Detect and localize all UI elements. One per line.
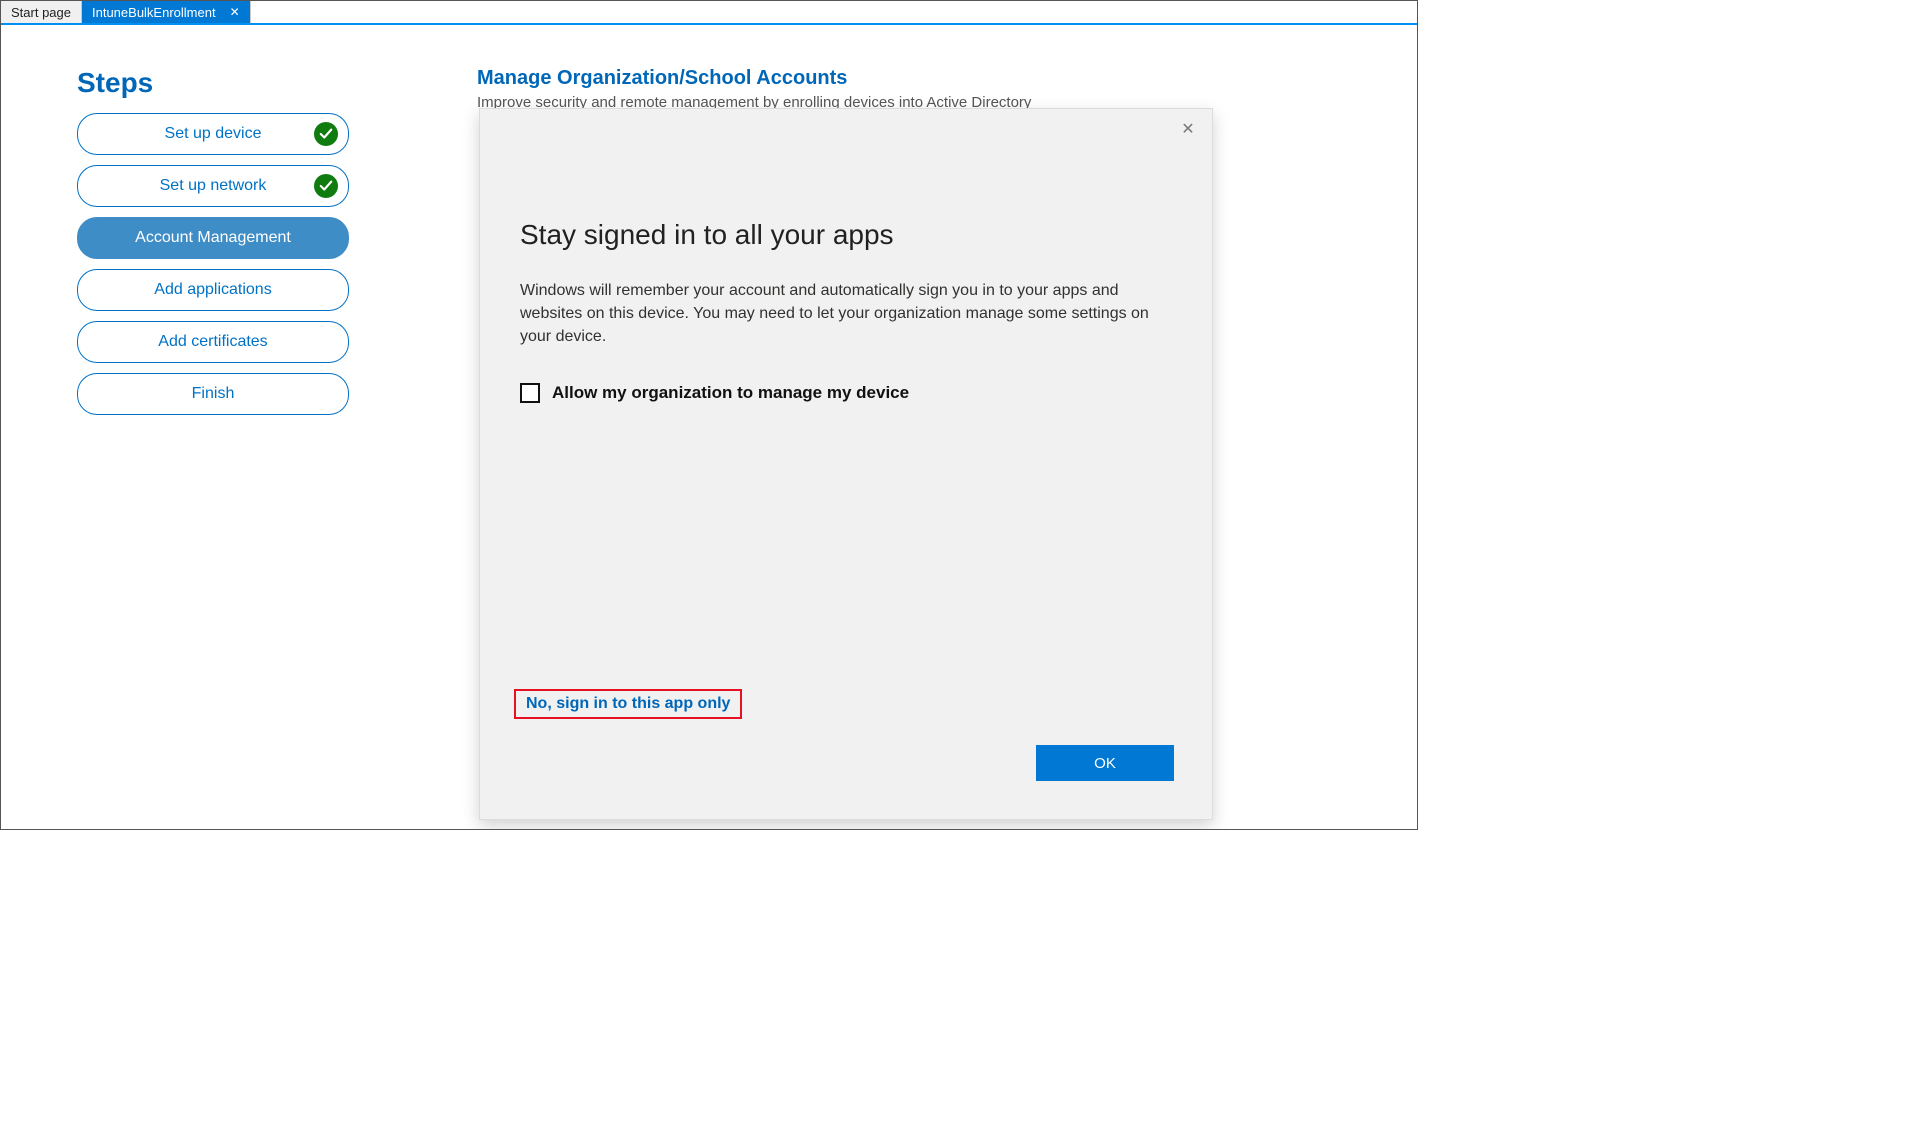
dialog-body: Stay signed in to all your apps Windows …: [480, 109, 1212, 403]
step-label: Finish: [192, 385, 235, 403]
tab-label: Start page: [11, 5, 71, 20]
dialog-title: Stay signed in to all your apps: [520, 219, 1172, 251]
step-label: Account Management: [135, 229, 291, 247]
tab-start-page[interactable]: Start page: [1, 1, 82, 23]
close-icon[interactable]: ✕: [1178, 119, 1198, 139]
step-finish[interactable]: Finish: [77, 373, 349, 415]
tab-project[interactable]: IntuneBulkEnrollment ✕: [82, 1, 251, 23]
app-window: Start page IntuneBulkEnrollment ✕ Steps …: [0, 0, 1418, 830]
steps-sidebar: Steps Set up device Set up network Accou…: [1, 67, 401, 425]
sign-in-this-app-only-link[interactable]: No, sign in to this app only: [526, 695, 730, 712]
allow-manage-label: Allow my organization to manage my devic…: [552, 383, 909, 403]
sidebar-title: Steps: [77, 67, 401, 99]
step-label: Set up network: [160, 177, 267, 195]
step-label: Add applications: [154, 281, 271, 299]
close-icon[interactable]: ✕: [230, 5, 240, 19]
dialog-description: Windows will remember your account and a…: [520, 279, 1160, 349]
signin-dialog: ✕ Stay signed in to all your apps Window…: [479, 108, 1213, 820]
step-label: Add certificates: [158, 333, 267, 351]
ok-button[interactable]: OK: [1036, 745, 1174, 781]
page-title: Manage Organization/School Accounts: [477, 67, 1417, 90]
step-account-management[interactable]: Account Management: [77, 217, 349, 259]
step-set-up-network[interactable]: Set up network: [77, 165, 349, 207]
checkmark-icon: [314, 122, 338, 146]
checkmark-icon: [314, 174, 338, 198]
step-label: Set up device: [165, 125, 262, 143]
tab-label: IntuneBulkEnrollment: [92, 5, 216, 20]
step-add-applications[interactable]: Add applications: [77, 269, 349, 311]
step-add-certificates[interactable]: Add certificates: [77, 321, 349, 363]
allow-manage-checkbox[interactable]: [520, 383, 540, 403]
highlight-box: No, sign in to this app only: [514, 689, 742, 719]
allow-manage-checkbox-row: Allow my organization to manage my devic…: [520, 383, 1172, 403]
step-set-up-device[interactable]: Set up device: [77, 113, 349, 155]
tab-bar: Start page IntuneBulkEnrollment ✕: [1, 1, 1417, 25]
